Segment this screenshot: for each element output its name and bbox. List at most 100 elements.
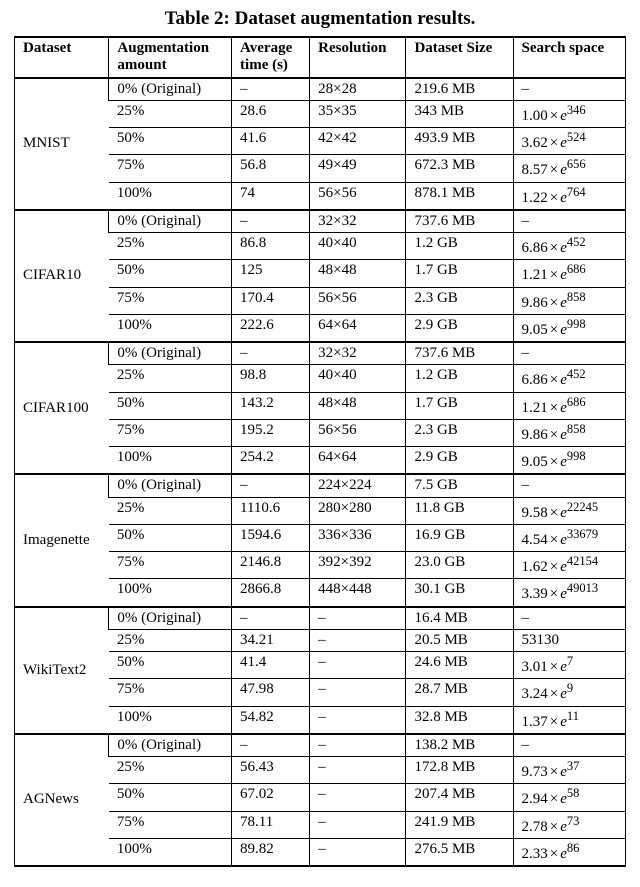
times-icon: × — [548, 322, 560, 338]
augmentation-cell: 50% — [109, 652, 232, 679]
times-icon: × — [548, 372, 560, 388]
times-icon: × — [548, 135, 560, 151]
size-cell: 2.9 GB — [406, 314, 513, 342]
search-exp: 86 — [567, 841, 580, 855]
augmentation-cell: 50% — [109, 392, 232, 419]
search-exp: 452 — [567, 367, 586, 381]
augmentation-cell: 25% — [109, 233, 232, 260]
resolution-cell: – — [310, 838, 406, 866]
search-base: e — [560, 764, 567, 780]
time-cell: – — [232, 78, 310, 101]
augmentation-cell: 100% — [109, 706, 232, 734]
resolution-cell: 40×40 — [310, 365, 406, 392]
resolution-cell: 49×49 — [310, 155, 406, 182]
col-search: Search space — [513, 37, 625, 78]
size-cell: 276.5 MB — [406, 838, 513, 866]
size-cell: 207.4 MB — [406, 784, 513, 811]
search-space-cell: 9.05×e998 — [513, 314, 625, 342]
search-space-cell: 3.62×e524 — [513, 128, 625, 155]
search-base: e — [560, 295, 567, 311]
search-base: e — [560, 400, 567, 416]
dataset-name: CIFAR100 — [15, 342, 109, 474]
size-cell: 1.2 GB — [406, 233, 513, 260]
search-coef: 1.37 — [522, 714, 548, 730]
search-space-cell: 9.58×e22245 — [513, 497, 625, 524]
search-exp: 686 — [567, 262, 586, 276]
table-row: WikiText20% (Original)––16.4 MB– — [15, 607, 626, 630]
table-row: MNIST0% (Original)–28×28219.6 MB– — [15, 78, 626, 101]
search-coef: 1.62 — [522, 559, 548, 575]
resolution-cell: 56×56 — [310, 287, 406, 314]
search-space-cell: 1.62×e42154 — [513, 552, 625, 579]
augmentation-cell: 75% — [109, 811, 232, 838]
time-cell: 143.2 — [232, 392, 310, 419]
augmentation-cell: 50% — [109, 524, 232, 551]
augmentation-cell: 100% — [109, 838, 232, 866]
col-time-l1: Average — [240, 40, 301, 57]
search-coef: 9.86 — [522, 427, 548, 443]
search-coef: 4.54 — [522, 532, 548, 548]
resolution-cell: 448×448 — [310, 579, 406, 607]
time-cell: 86.8 — [232, 233, 310, 260]
resolution-cell: 32×32 — [310, 342, 406, 365]
times-icon: × — [548, 190, 560, 206]
search-base: e — [560, 714, 567, 730]
search-exp: 998 — [567, 317, 586, 331]
search-space-cell: 8.57×e656 — [513, 155, 625, 182]
search-base: e — [560, 108, 567, 124]
times-icon: × — [548, 819, 560, 835]
search-space-cell: 1.22×e764 — [513, 182, 625, 210]
times-icon: × — [548, 714, 560, 730]
times-icon: × — [548, 532, 560, 548]
col-augmentation-l2: amount — [117, 57, 223, 74]
size-cell: 1.7 GB — [406, 260, 513, 287]
col-augmentation-l1: Augmentation — [117, 40, 223, 57]
size-cell: 878.1 MB — [406, 182, 513, 210]
search-space-cell: 1.00×e346 — [513, 100, 625, 127]
time-cell: 41.6 — [232, 128, 310, 155]
resolution-cell: 224×224 — [310, 474, 406, 497]
search-coef: 8.57 — [522, 162, 548, 178]
resolution-cell: 35×35 — [310, 100, 406, 127]
search-coef: 1.22 — [522, 190, 548, 206]
resolution-cell: 392×392 — [310, 552, 406, 579]
search-base: e — [560, 505, 567, 521]
search-coef: 6.86 — [522, 372, 548, 388]
time-cell: – — [232, 734, 310, 757]
search-exp: 33679 — [567, 527, 598, 541]
search-base: e — [560, 267, 567, 283]
search-space-cell: 1.21×e686 — [513, 392, 625, 419]
size-cell: 16.4 MB — [406, 607, 513, 630]
search-exp: 998 — [567, 449, 586, 463]
search-coef: 6.86 — [522, 240, 548, 256]
col-dataset: Dataset — [15, 37, 109, 78]
size-cell: 219.6 MB — [406, 78, 513, 101]
search-exp: 524 — [567, 130, 586, 144]
resolution-cell: – — [310, 706, 406, 734]
search-coef: 3.39 — [522, 586, 548, 602]
resolution-cell: 48×48 — [310, 260, 406, 287]
times-icon: × — [548, 791, 560, 807]
size-cell: 16.9 GB — [406, 524, 513, 551]
search-base: e — [560, 846, 567, 862]
time-cell: – — [232, 474, 310, 497]
time-cell: – — [232, 607, 310, 630]
search-base: e — [560, 819, 567, 835]
resolution-cell: – — [310, 679, 406, 706]
time-cell: 41.4 — [232, 652, 310, 679]
augmentation-cell: 75% — [109, 679, 232, 706]
times-icon: × — [548, 427, 560, 443]
table-row: Imagenette0% (Original)–224×2247.5 GB– — [15, 474, 626, 497]
search-base: e — [560, 372, 567, 388]
augmentation-cell: 100% — [109, 579, 232, 607]
resolution-cell: – — [310, 652, 406, 679]
augmentation-cell: 0% (Original) — [109, 607, 232, 630]
size-cell: 7.5 GB — [406, 474, 513, 497]
col-augmentation: Augmentation amount — [109, 37, 232, 78]
search-exp: 656 — [567, 157, 586, 171]
search-space-cell: 2.78×e73 — [513, 811, 625, 838]
size-cell: 2.3 GB — [406, 419, 513, 446]
size-cell: 28.7 MB — [406, 679, 513, 706]
search-space-cell: 1.37×e11 — [513, 706, 625, 734]
col-time-l2: time (s) — [240, 57, 301, 74]
